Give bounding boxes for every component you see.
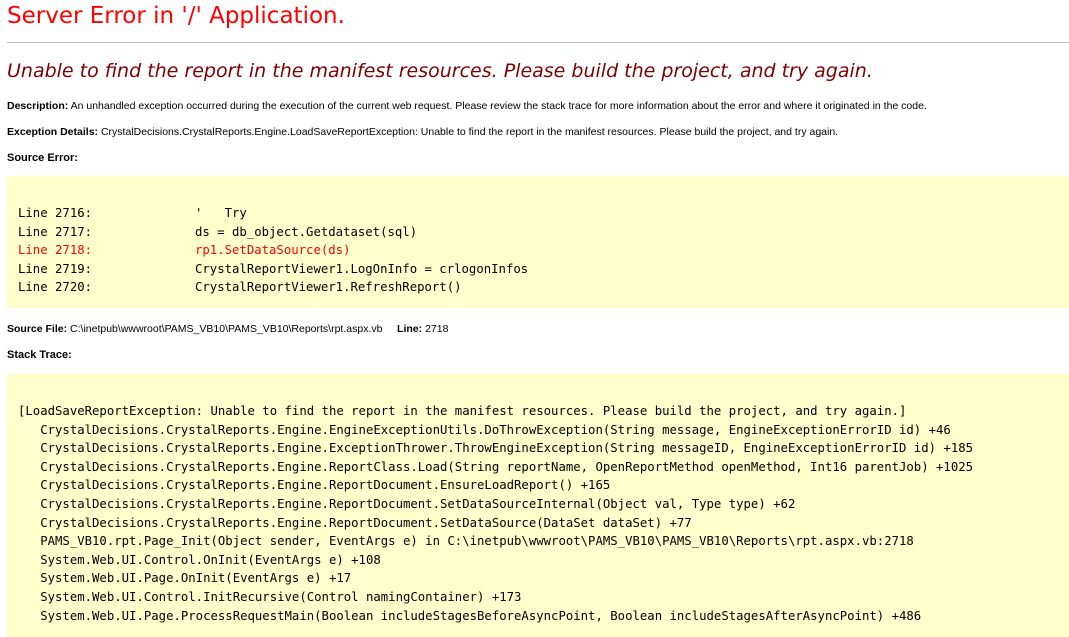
source-line-code: CrystalReportViewer1.LogOnInfo = crlogon… (195, 261, 529, 276)
stack-trace-box: [LoadSaveReportException: Unable to find… (7, 374, 1069, 637)
source-file-line: Source File: C:\inetpub\wwwroot\PAMS_VB1… (7, 323, 448, 335)
stack-trace-line: System.Web.UI.Page.OnInit(EventArgs e) +… (18, 571, 352, 586)
source-line-number: Line 2719: (18, 261, 93, 276)
source-line: Line 2719: CrystalReportViewer1.LogOnInfo… (18, 260, 1059, 279)
source-line-code: rp1.SetDataSource(ds) (195, 243, 351, 258)
page-title: Server Error in '/' Application. (7, 3, 345, 29)
description-text: An unhandled exception occurred during t… (70, 100, 927, 112)
stack-trace-line: System.Web.UI.Page.ProcessRequestMain(Bo… (18, 608, 922, 623)
source-line-highlighted: Line 2718: rp1.SetDataSource(ds) (18, 241, 1059, 260)
stack-trace-line: CrystalDecisions.CrystalReports.Engine.R… (18, 496, 796, 511)
stack-trace-label: Stack Trace: (7, 349, 72, 361)
source-line-number: Line 2718: (18, 243, 93, 258)
source-line-code: ds = db_object.Getdataset(sql) (195, 224, 418, 239)
stack-trace-line: CrystalDecisions.CrystalReports.Engine.R… (18, 459, 974, 474)
source-line-number: Line 2717: (18, 224, 93, 239)
source-line: Line 2720: CrystalReportViewer1.RefreshRe… (18, 278, 1059, 297)
stack-trace-line: CrystalDecisions.CrystalReports.Engine.E… (18, 441, 974, 456)
stack-trace-line: CrystalDecisions.CrystalReports.Engine.R… (18, 478, 611, 493)
source-line-code: CrystalReportViewer1.RefreshReport() (195, 280, 462, 295)
stack-trace-line: CrystalDecisions.CrystalReports.Engine.R… (18, 515, 692, 530)
stack-trace-line: [LoadSaveReportException: Unable to find… (18, 404, 907, 418)
source-line-number: Line 2716: (18, 206, 93, 220)
stack-trace-line: System.Web.UI.Control.OnInit(EventArgs e… (18, 552, 381, 567)
source-line-value: 2718 (425, 323, 449, 335)
title-divider (7, 42, 1069, 43)
source-line: Line 2716: ' Try (18, 204, 1059, 223)
stack-trace-line: PAMS_VB10.rpt.Page_Init(Object sender, E… (18, 534, 914, 549)
description-label: Description: (7, 100, 69, 112)
stack-trace-line: CrystalDecisions.CrystalReports.Engine.E… (18, 422, 951, 437)
source-line-number: Line 2720: (18, 280, 93, 295)
exception-details-label: Exception Details: (7, 126, 99, 138)
stack-trace-line: System.Web.UI.Control.InitRecursive(Cont… (18, 589, 522, 604)
source-line-code: ' Try (195, 206, 247, 220)
source-line: Line 2717: ds = db_object.Getdataset(sql) (18, 223, 1059, 242)
source-error-label: Source Error: (7, 152, 78, 164)
description-line: Description: An unhandled exception occu… (7, 100, 927, 112)
source-file-label: Source File: (7, 323, 68, 335)
error-message: Unable to find the report in the manifes… (7, 60, 873, 82)
source-error-box: Line 2716: ' Try Line 2717: ds = db_object… (7, 176, 1069, 308)
exception-details-line: Exception Details: CrystalDecisions.Crys… (7, 126, 838, 138)
source-file-path: C:\inetpub\wwwroot\PAMS_VB10\PAMS_VB10\R… (70, 323, 383, 335)
exception-details-text: CrystalDecisions.CrystalReports.Engine.L… (100, 126, 839, 138)
source-line-label: Line: (397, 323, 423, 335)
